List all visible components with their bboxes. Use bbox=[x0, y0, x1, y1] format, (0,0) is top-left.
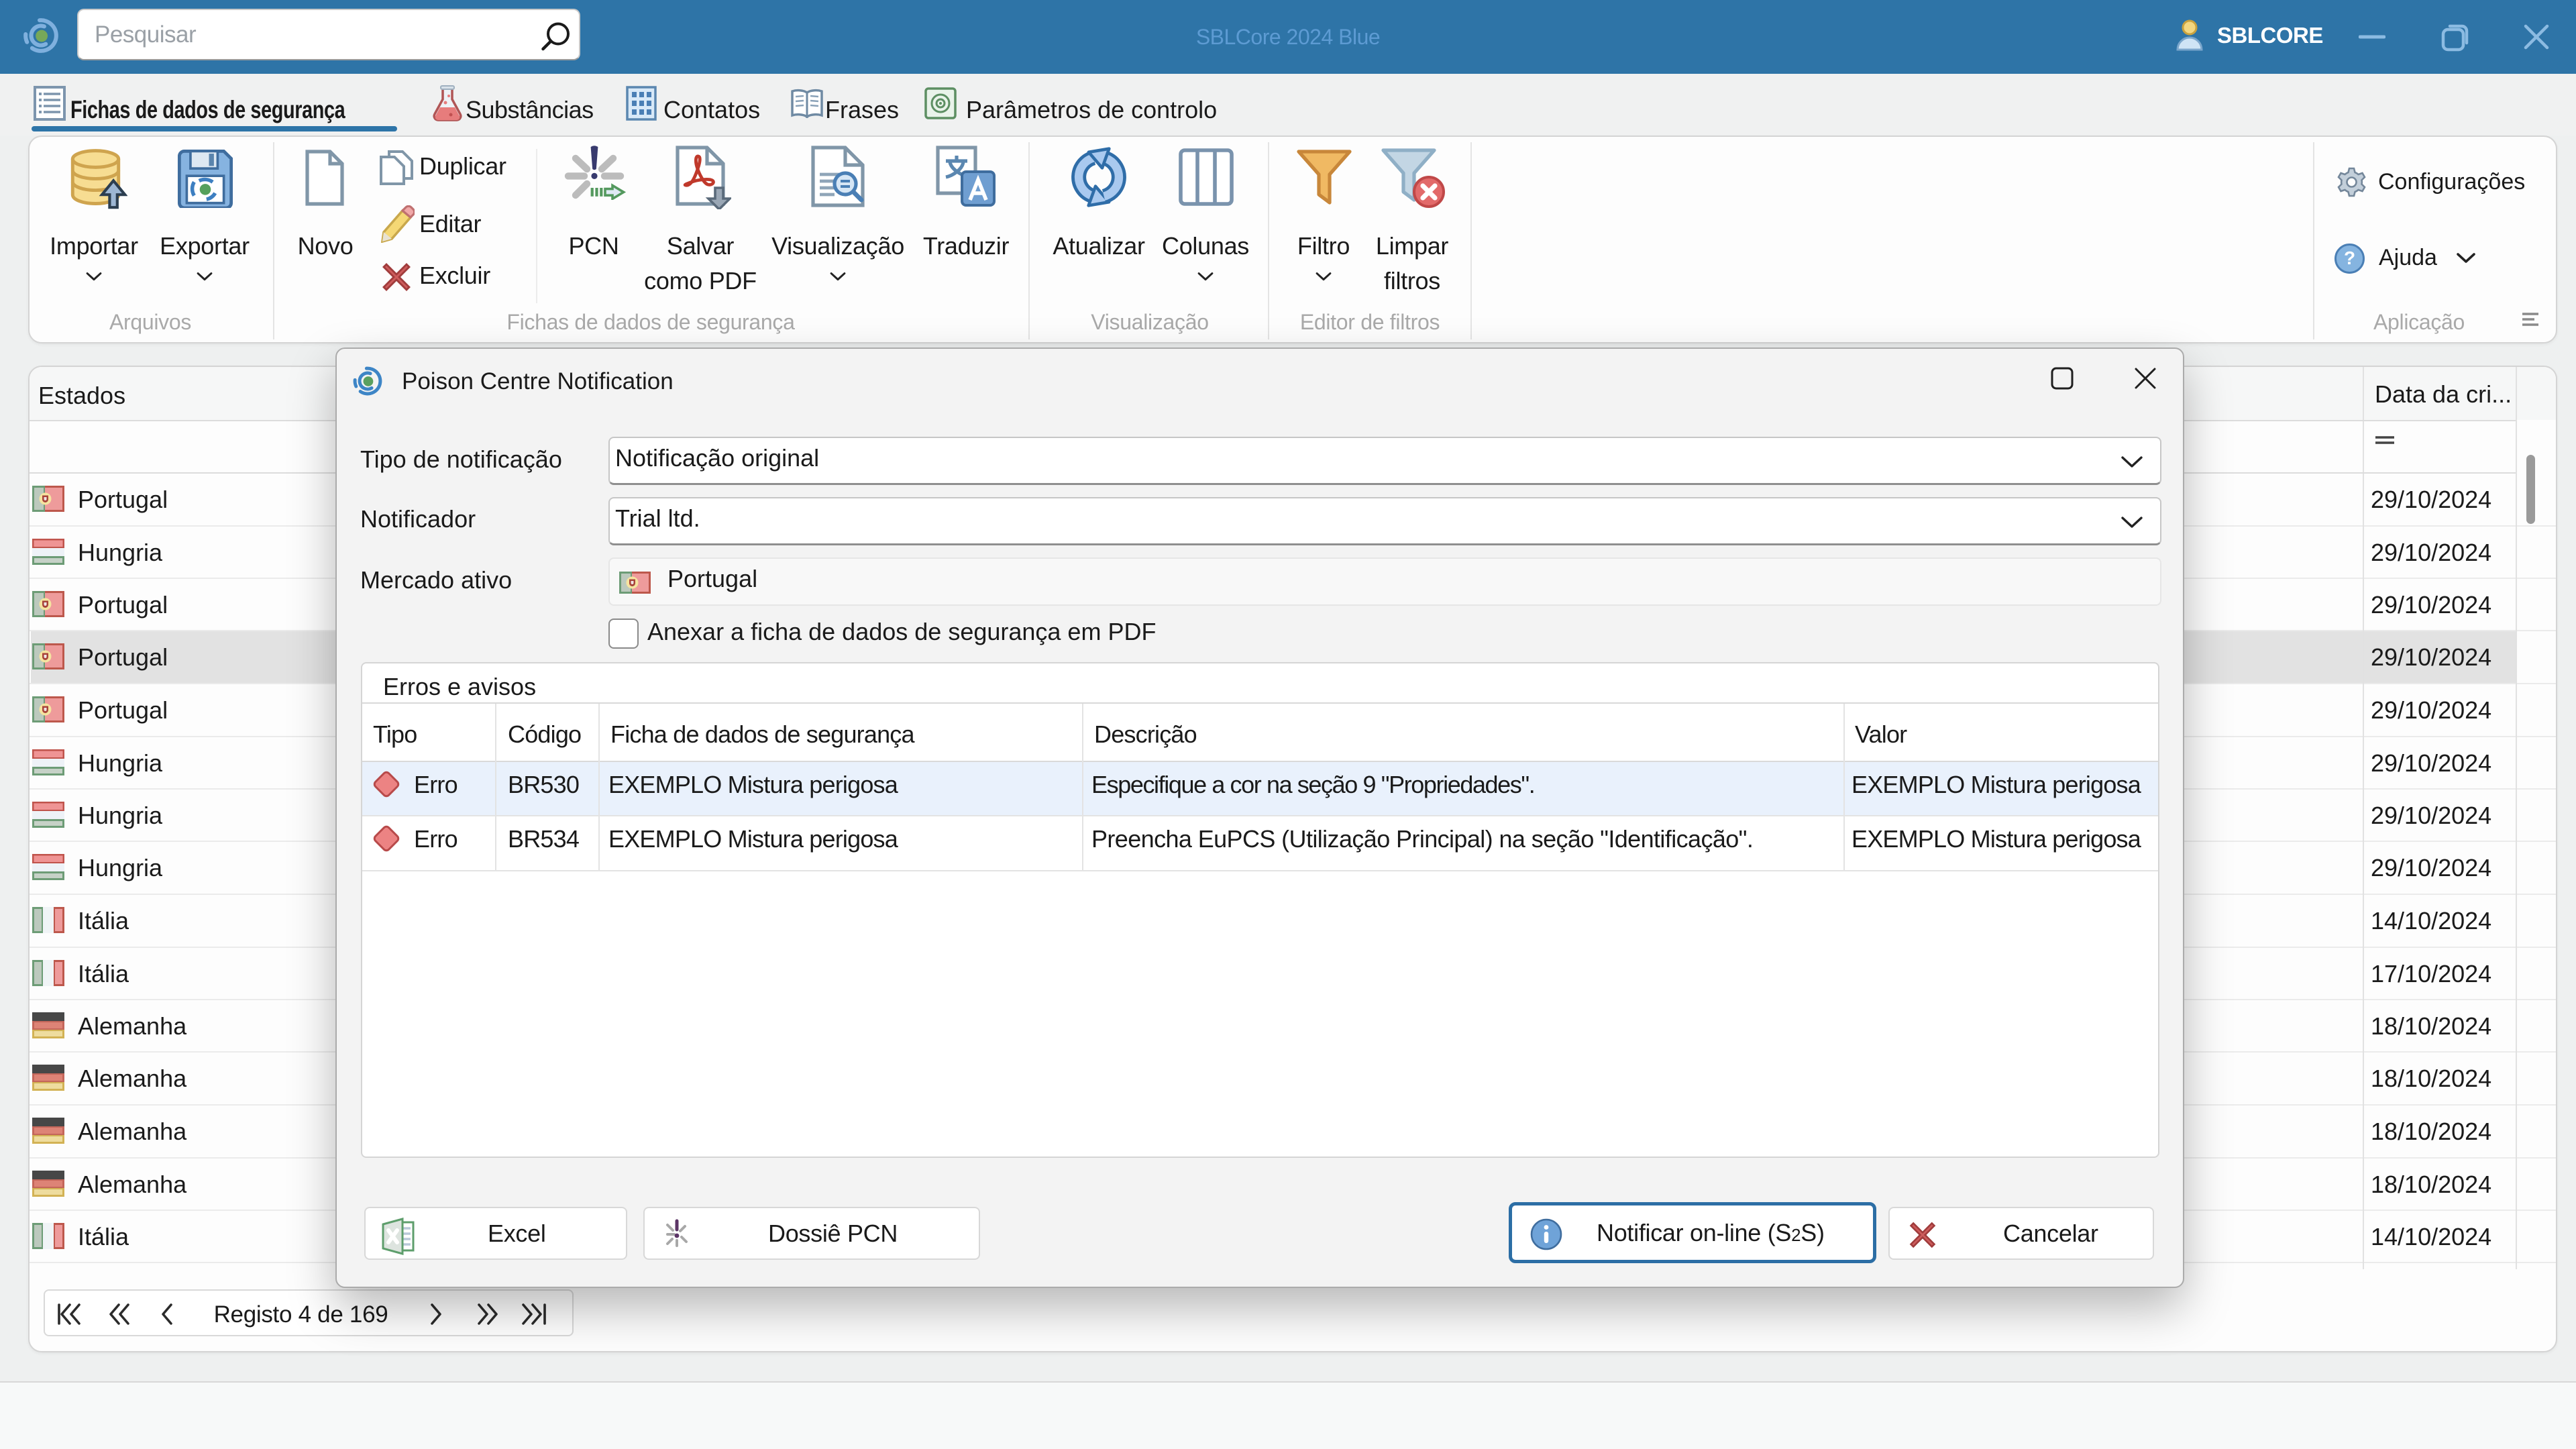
svg-text:?: ? bbox=[2344, 248, 2355, 268]
